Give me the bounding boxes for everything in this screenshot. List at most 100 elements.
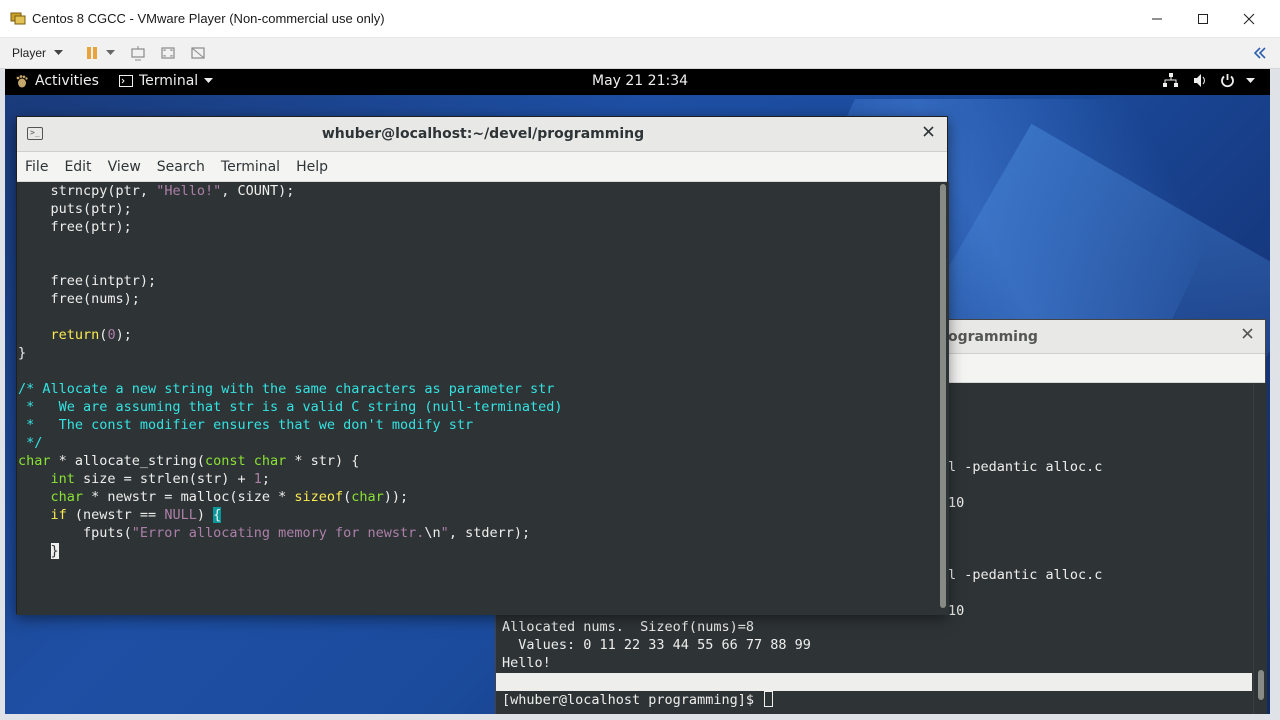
code-token: }	[50, 543, 59, 559]
code-line: free(intptr);	[18, 272, 157, 290]
system-menu-chevron-icon[interactable]	[1246, 76, 1255, 87]
code-line: if (newstr == NULL) {	[18, 506, 222, 524]
code-line: }	[18, 542, 59, 560]
activities-label: Activities	[35, 73, 99, 89]
code-token: */	[18, 435, 43, 451]
background-terminal-scrollbar[interactable]	[1253, 383, 1267, 714]
code-token: free(ptr);	[18, 219, 132, 235]
shell-prompt-text: [whuber@localhost programming]$	[502, 692, 763, 708]
code-token: fputs(	[18, 525, 132, 541]
unity-mode-button[interactable]	[188, 43, 208, 63]
front-terminal-menubar: File Edit View Search Terminal Help	[17, 152, 947, 182]
close-button[interactable]	[1226, 0, 1272, 38]
code-token: free(intptr);	[18, 273, 157, 289]
terminal-app-menu-label: Terminal	[139, 73, 199, 89]
code-line: puts(ptr);	[18, 200, 132, 218]
code-token: , stderr);	[448, 525, 531, 541]
code-token: );	[115, 327, 132, 343]
code-token: if	[50, 507, 67, 523]
terminal-output-line: Values: 0 11 22 33 44 55 66 77 88 99	[502, 637, 811, 653]
player-menu-label: Player	[12, 46, 47, 60]
code-line: */	[18, 434, 42, 452]
code-token: ));	[383, 489, 409, 505]
code-token: return	[50, 327, 100, 343]
gnome-foot-icon	[16, 75, 28, 88]
power-icon[interactable]	[1220, 73, 1235, 92]
clock[interactable]: May 21 21:34	[592, 73, 688, 89]
vim-editor-buffer[interactable]: strncpy(ptr, "Hello!", COUNT); puts(ptr)…	[17, 182, 937, 615]
terminal-icon	[119, 75, 133, 87]
code-token: strncpy(ptr,	[50, 183, 157, 199]
front-terminal-scrollbar[interactable]	[937, 182, 949, 615]
fit-window-icon	[161, 47, 175, 59]
front-terminal-window[interactable]: >_ whuber@localhost:~/devel/programming …	[16, 116, 949, 615]
double-chevron-left-icon	[1254, 47, 1266, 59]
menu-view[interactable]: View	[108, 159, 150, 175]
terminal-output-line: l -pedantic alloc.c	[948, 567, 1103, 583]
menu-edit[interactable]: Edit	[64, 159, 100, 175]
code-line: return(0);	[18, 326, 132, 344]
collapse-toolbar-button[interactable]	[1250, 43, 1270, 63]
code-line: strncpy(ptr, "Hello!", COUNT);	[18, 182, 295, 200]
code-token: \n	[424, 525, 441, 541]
code-line: * The const modifier ensures that we don…	[18, 416, 473, 434]
code-token: char	[351, 489, 384, 505]
terminal-app-menu[interactable]: Terminal	[119, 73, 214, 89]
fit-guest-button[interactable]	[158, 43, 178, 63]
chevron-down-icon	[204, 78, 214, 83]
code-token: "Error allocating memory for newstr.	[131, 525, 425, 541]
close-icon	[1243, 13, 1255, 25]
close-icon	[923, 126, 934, 137]
code-line: }	[18, 344, 26, 362]
code-token: ;	[261, 471, 270, 487]
code-token: const	[204, 453, 246, 469]
gnome-top-bar: Activities Terminal May 21 21:34	[5, 69, 1270, 95]
minimize-button[interactable]	[1134, 0, 1180, 38]
code-token: int	[50, 471, 75, 487]
code-token: sizeof	[294, 489, 344, 505]
send-ctrl-alt-del-button[interactable]	[128, 43, 148, 63]
terminal-output-line: l -pedantic alloc.c	[948, 459, 1103, 475]
network-icon[interactable]	[1163, 73, 1178, 92]
pause-button[interactable]	[82, 43, 102, 63]
menu-help[interactable]: Help	[296, 159, 337, 175]
code-line: free(ptr);	[18, 218, 132, 236]
code-token: {	[213, 507, 222, 523]
unity-icon	[191, 47, 205, 59]
guest-desktop[interactable]: Activities Terminal May 21 21:34 ogrammi…	[5, 69, 1270, 714]
player-menu-button[interactable]: Player	[6, 42, 69, 64]
scrollbar-thumb[interactable]	[940, 184, 946, 608]
activities-button[interactable]: Activities	[15, 73, 99, 89]
code-token: puts(ptr);	[18, 201, 132, 217]
menu-terminal[interactable]: Terminal	[221, 159, 289, 175]
keyboard-send-icon	[131, 46, 145, 61]
vmware-app-icon	[10, 12, 26, 25]
code-token: * The const modifier ensures that we don…	[18, 417, 474, 433]
terminal-output-line: 10	[948, 495, 965, 511]
code-token: 1	[253, 471, 262, 487]
maximize-button[interactable]	[1180, 0, 1226, 38]
shell-prompt[interactable]: [whuber@localhost programming]$	[502, 691, 774, 708]
background-terminal-close-button[interactable]	[1242, 327, 1253, 343]
code-token: char	[18, 453, 51, 469]
terminal-output-line: 10	[948, 603, 965, 619]
volume-icon[interactable]	[1193, 73, 1208, 92]
front-terminal-titlebar[interactable]: >_ whuber@localhost:~/devel/programming	[17, 117, 947, 152]
code-token: char	[253, 453, 287, 469]
code-token: * allocate_string(	[50, 453, 205, 469]
code-token: }	[18, 345, 27, 361]
front-terminal-close-button[interactable]	[923, 125, 934, 141]
menu-search[interactable]: Search	[157, 159, 214, 175]
code-token: size = strlen(str) +	[74, 471, 254, 487]
power-options-dropdown[interactable]	[104, 43, 116, 63]
scrollbar-thumb[interactable]	[1258, 670, 1264, 700]
menu-file[interactable]: File	[25, 159, 57, 175]
code-line: fputs("Error allocating memory for newst…	[18, 524, 530, 542]
